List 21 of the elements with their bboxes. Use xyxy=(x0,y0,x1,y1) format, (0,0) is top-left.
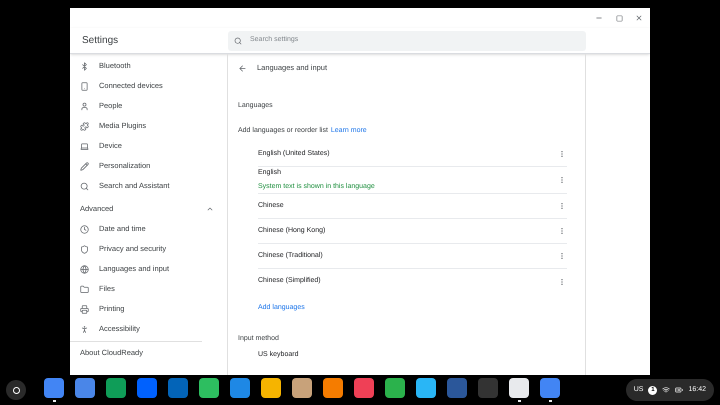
laptop-icon xyxy=(80,142,89,150)
printer-icon xyxy=(80,304,89,314)
back-arrow-icon[interactable] xyxy=(238,64,247,72)
caret-icon[interactable] xyxy=(206,205,214,213)
globe-icon xyxy=(80,264,89,274)
puzzle-icon xyxy=(80,122,89,130)
settings-title: Settings xyxy=(81,34,120,48)
launcher-button[interactable] xyxy=(6,380,26,400)
battery-icon xyxy=(675,386,684,394)
pencil-icon xyxy=(80,162,89,170)
person-icon xyxy=(80,324,89,334)
shelf-app-button[interactable] xyxy=(509,377,529,403)
wifi-icon xyxy=(662,386,670,394)
folder-icon xyxy=(80,284,89,294)
shield-icon xyxy=(80,244,89,254)
phone-icon xyxy=(80,82,89,90)
bluetooth-icon xyxy=(80,62,89,70)
search-icon xyxy=(80,182,89,190)
clock-icon xyxy=(80,224,89,234)
person-icon xyxy=(80,102,89,110)
search-icon xyxy=(234,36,242,44)
